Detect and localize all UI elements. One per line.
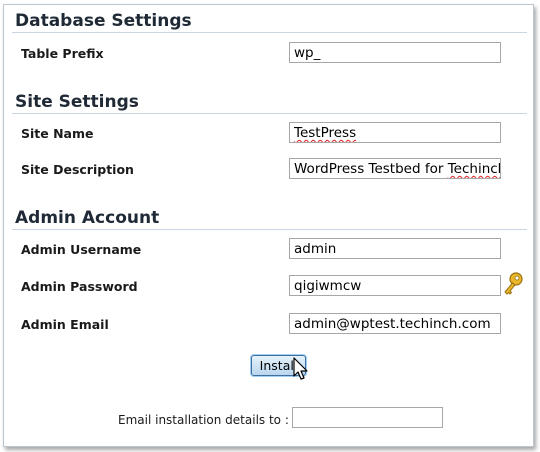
site-description-label: Site Description: [21, 162, 134, 177]
site-name-value: TestPress: [294, 125, 357, 141]
admin-email-input[interactable]: admin@wptest.techinch.com: [289, 313, 501, 334]
email-details-input[interactable]: [292, 407, 443, 428]
table-prefix-input[interactable]: wp_: [289, 42, 501, 63]
database-settings-heading: Database Settings: [15, 11, 192, 31]
site-description-input[interactable]: WordPress Testbed for Techinch: [289, 158, 501, 179]
section-divider: [12, 113, 527, 114]
admin-username-label: Admin Username: [21, 242, 142, 257]
key-icon[interactable]: [502, 272, 524, 296]
site-description-value: WordPress Testbed for: [294, 161, 448, 177]
site-name-input[interactable]: TestPress: [289, 122, 501, 143]
admin-username-input[interactable]: admin: [289, 238, 501, 259]
admin-email-label: Admin Email: [21, 317, 109, 332]
section-divider: [12, 229, 527, 230]
admin-password-label: Admin Password: [21, 279, 138, 294]
install-settings-panel: Database Settings Table Prefix wp_ Site …: [3, 4, 534, 447]
email-details-label: Email installation details to :: [118, 413, 289, 427]
admin-account-heading: Admin Account: [15, 208, 160, 228]
site-settings-heading: Site Settings: [15, 92, 139, 112]
section-divider: [12, 32, 527, 33]
table-prefix-label: Table Prefix: [21, 46, 104, 61]
cursor-icon: [293, 357, 308, 380]
admin-password-input[interactable]: qigiwmcw: [289, 275, 501, 296]
site-description-misspelled-word: Techinch: [447, 161, 501, 177]
site-name-label: Site Name: [21, 126, 94, 141]
